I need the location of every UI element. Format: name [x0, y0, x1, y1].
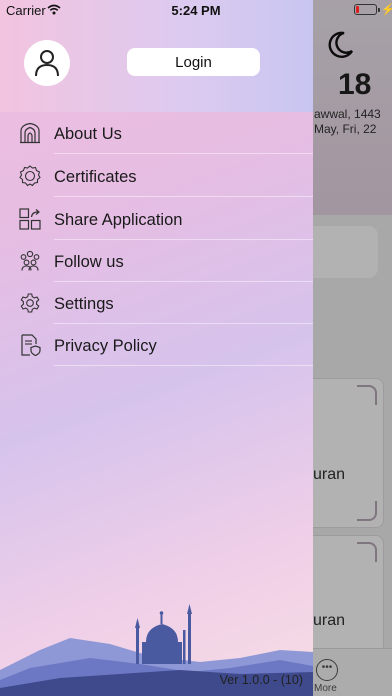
- app-version: Ver 1.0.0 - (10): [219, 673, 303, 687]
- menu-item-settings[interactable]: Settings: [0, 284, 313, 324]
- status-time: 5:24 PM: [171, 3, 221, 18]
- menu-divider: [54, 365, 313, 366]
- share-app-icon: [19, 208, 41, 230]
- menu-item-certificates[interactable]: Certificates: [0, 157, 313, 197]
- menu-divider: [54, 281, 313, 282]
- menu-item-label: Privacy Policy: [54, 337, 157, 355]
- menu-item-follow-us[interactable]: Follow us: [0, 242, 313, 282]
- user-icon: [35, 50, 59, 77]
- document-shield-icon: [21, 334, 41, 356]
- mosque-arch-icon: [20, 122, 40, 144]
- menu-divider: [54, 323, 313, 324]
- avatar[interactable]: [24, 40, 70, 86]
- status-bar: Carrier 5:24 PM ⚡: [0, 0, 392, 20]
- menu-item-label: Certificates: [54, 168, 137, 186]
- menu-item-label: Follow us: [54, 253, 124, 271]
- certificate-badge-icon: [19, 165, 41, 187]
- menu-divider: [54, 239, 313, 240]
- menu-divider: [54, 153, 313, 154]
- menu-item-privacy-policy[interactable]: Privacy Policy: [0, 326, 313, 366]
- menu-divider: [54, 196, 313, 197]
- menu-item-label: Share Application: [54, 211, 183, 229]
- side-drawer: Login About Us Certificates Share Applic…: [0, 0, 313, 696]
- menu-item-label: Settings: [54, 295, 114, 313]
- charging-bolt-icon: ⚡: [381, 4, 392, 16]
- login-button[interactable]: Login: [127, 48, 260, 76]
- people-group-icon: [20, 250, 40, 271]
- menu-item-about-us[interactable]: About Us: [0, 114, 313, 154]
- menu-item-label: About Us: [54, 125, 122, 143]
- menu-item-share-application[interactable]: Share Application: [0, 200, 313, 240]
- gear-icon: [20, 293, 40, 313]
- battery-icon: [354, 4, 380, 15]
